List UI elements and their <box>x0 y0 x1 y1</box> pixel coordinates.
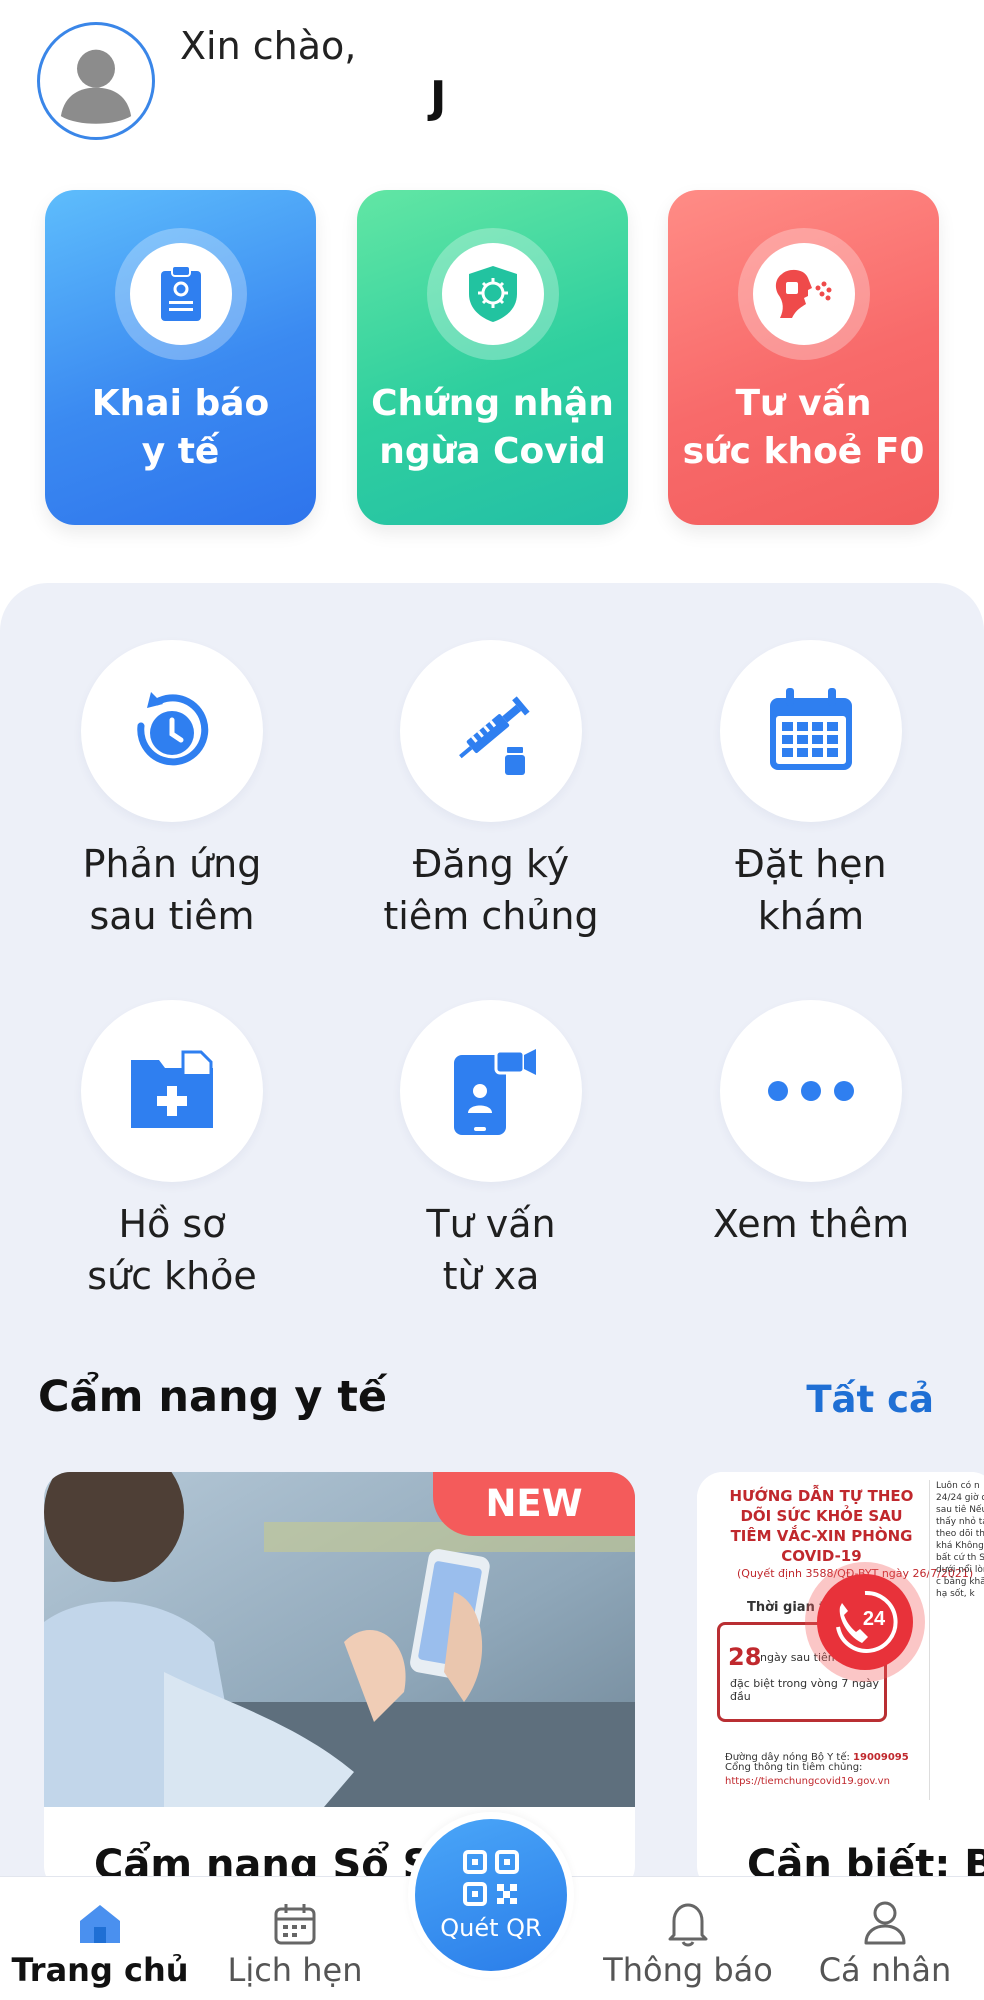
poster-side-text: Luôn có n 24/24 giờ dấu sau tiê Nếu thấy… <box>929 1480 984 1800</box>
poster-portal: Cổng thông tin tiêm chủng: <box>725 1762 863 1773</box>
new-badge: NEW <box>433 1472 635 1536</box>
article-card[interactable]: NEW Cẩm nang Sổ Sứ <box>44 1472 635 1892</box>
service-label: Đăng ký tiêm chủng <box>383 842 599 938</box>
nav-icon-wrap <box>598 1877 778 1947</box>
more-dots-icon <box>768 1081 854 1101</box>
calendar-icon <box>274 1904 316 1945</box>
service-icon-circle <box>720 640 902 822</box>
card-label: Chứng nhận ngừa Covid <box>371 383 614 472</box>
card-label: Khai báo y tế <box>91 383 270 472</box>
service-icon-circle <box>400 1000 582 1182</box>
f0-consult-card[interactable]: Tư vấn sức khoẻ F0 <box>668 190 939 525</box>
bell-icon <box>668 1903 708 1947</box>
card-icon-disc <box>752 243 855 345</box>
nav-profile[interactable]: Cá nhân <box>795 1877 975 2000</box>
covid-shield-icon <box>468 266 517 322</box>
service-vaccination-register[interactable]: Đăng ký tiêm chủng <box>341 640 641 942</box>
user-avatar-icon <box>60 49 132 124</box>
qr-scan-button[interactable]: Quét QR <box>415 1819 567 1971</box>
syringe-icon <box>459 696 530 775</box>
avatar[interactable] <box>37 22 155 140</box>
service-book-appointment[interactable]: Đặt hẹn khám <box>661 640 961 942</box>
section-title: Cẩm nang y tế <box>38 1372 388 1422</box>
service-icon-circle <box>400 640 582 822</box>
service-label: Phản ứng sau tiêm <box>82 842 262 938</box>
nav-label: Cá nhân <box>818 1951 952 1989</box>
poster-days-28: 28 <box>728 1643 762 1671</box>
service-remote-consult[interactable]: Tư vấn từ xa <box>341 1000 641 1302</box>
nav-icon-wrap <box>205 1877 385 1947</box>
card-label: Tư vấn sức khoẻ F0 <box>682 383 925 472</box>
medical-declaration-icon <box>160 265 201 321</box>
username: J <box>430 72 447 123</box>
nav-icon-wrap <box>795 1877 975 1947</box>
service-label: Hồ sơ sức khỏe <box>87 1202 257 1298</box>
hotline-inner: 24 <box>817 1574 913 1670</box>
service-label: Đặt hẹn khám <box>735 842 887 938</box>
nav-appointments[interactable]: Lịch hẹn <box>205 1877 385 2000</box>
service-post-vaccination-reaction[interactable]: Phản ứng sau tiêm <box>22 640 322 942</box>
calendar-icon <box>770 688 852 770</box>
hotline-24-label: 24 <box>863 1608 886 1630</box>
service-icon-circle <box>81 640 263 822</box>
nav-label: Trang chủ <box>11 1951 189 1989</box>
cough-consult-icon <box>775 269 831 318</box>
nav-icon-wrap <box>10 1877 190 1947</box>
service-health-records[interactable]: Hồ sơ sức khỏe <box>22 1000 322 1302</box>
health-folder-icon <box>131 1050 213 1128</box>
hotline-button[interactable]: 24 <box>805 1562 925 1682</box>
service-label: Tư vấn từ xa <box>426 1202 556 1298</box>
article-card[interactable]: HƯỚNG DẪN TỰ THEO DÕI SỨC KHỎE SAU TIÊM … <box>697 1472 984 1892</box>
card-icon-disc <box>441 243 544 345</box>
phone-24-icon: 24 <box>836 1590 898 1653</box>
nav-label: Lịch hẹn <box>227 1951 363 1989</box>
nav-label: Thông báo <box>603 1951 773 1989</box>
card-icon-halo <box>114 228 247 360</box>
service-label: Xem thêm <box>712 1202 910 1246</box>
qr-scan-ring: Quét QR <box>408 1812 574 1978</box>
card-icon-halo <box>737 228 870 360</box>
clock-history-icon <box>137 692 209 766</box>
card-icon-disc <box>129 243 232 345</box>
poster-heading: HƯỚNG DẪN TỰ THEO DÕI SỨC KHỎE SAU TIÊM … <box>729 1487 914 1565</box>
service-see-more[interactable]: Xem thêm <box>661 1000 961 1250</box>
medical-declaration-card[interactable]: Khai báo y tế <box>45 190 316 525</box>
service-icon-circle <box>81 1000 263 1182</box>
poster-url: https://tiemchungcovid19.gov.vn <box>725 1776 890 1787</box>
card-icon-halo <box>426 228 559 360</box>
user-icon <box>864 1901 906 1945</box>
greeting-text: Xin chào, <box>180 24 357 68</box>
qr-code-icon <box>463 1850 519 1906</box>
nav-notifications[interactable]: Thông báo <box>598 1877 778 2000</box>
see-all-link[interactable]: Tất cả <box>806 1378 934 1421</box>
nav-home[interactable]: Trang chủ <box>10 1877 190 2000</box>
service-icon-circle <box>720 1000 902 1182</box>
video-call-icon <box>454 1049 536 1135</box>
covid-certificate-card[interactable]: Chứng nhận ngừa Covid <box>357 190 628 525</box>
header: Xin chào, J <box>0 0 984 170</box>
home-icon <box>80 1905 120 1943</box>
qr-label: Quét QR <box>440 1914 542 1942</box>
